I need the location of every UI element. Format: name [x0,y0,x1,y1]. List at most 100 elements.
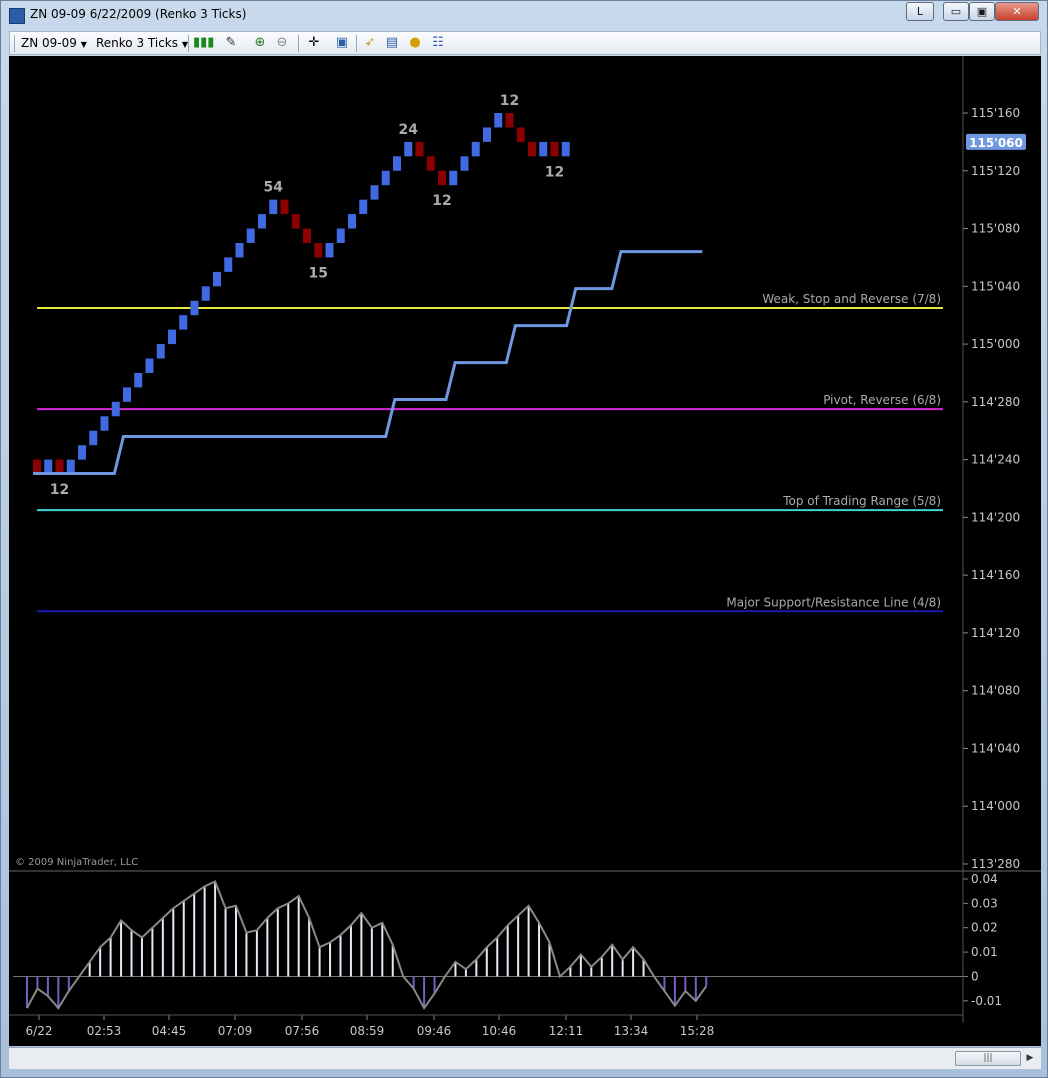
chart-panel[interactable]: 115'160 115'120 115'080 115'040 115'000 114'2… [9,56,1041,1046]
murrey-line-label: Weak, Stop and Reverse (7/8) [762,292,941,306]
renko-brick [291,214,300,229]
swing-count-label: 12 [432,193,451,209]
x-tick-label: 10:46 [482,1024,517,1038]
y-tick-label: 0.02 [971,921,998,935]
zoom-in-icon[interactable]: ⊕ [252,35,268,51]
renko-brick [55,459,64,475]
renko-brick [336,228,345,243]
y-tick-label: 114'120 [971,626,1020,640]
indicators-icon[interactable]: ▤ [384,35,400,51]
x-tick-label: 04:45 [152,1024,187,1038]
minimize-button[interactable]: ▭ [943,2,969,21]
y-tick-label: 0.03 [971,896,998,910]
renko-brick [483,127,491,142]
x-tick-label: 6/22 [26,1024,53,1038]
maximize-button[interactable]: ▣ [969,2,995,21]
link-button[interactable]: L [906,2,934,21]
chevron-down-icon: ▼ [80,40,87,49]
y-tick-label: 0 [971,969,979,983]
renko-brick [190,300,199,316]
swing-count-label: 12 [500,93,519,109]
data-box-icon[interactable]: ☷ [430,35,446,51]
renko-brick [348,214,356,229]
renko-brick [246,228,255,243]
histogram-outline [26,880,708,1011]
renko-brick [111,401,120,417]
renko-brick [539,141,548,157]
renko-brick [258,214,266,229]
renko-brick [201,286,210,301]
x-tick-label: 08:59 [350,1024,385,1038]
renko-brick [66,459,75,475]
crosshair-icon[interactable]: ✛ [306,35,322,51]
renko-brick [438,170,446,186]
renko-brick [269,199,278,215]
renko-brick [325,242,334,258]
renko-brick [393,156,401,171]
renko-brick [359,199,368,215]
renko-brick [179,315,188,330]
renko-brick [381,170,390,186]
zoom-out-icon[interactable]: ⊖ [274,35,290,51]
x-tick-label: 02:53 [87,1024,122,1038]
renko-brick [235,242,244,258]
x-tick-label: 12:11 [549,1024,584,1038]
renko-brick [168,329,176,345]
period-dropdown[interactable]: Renko 3 Ticks ▼ [96,36,188,50]
renko-brick [33,459,41,475]
renko-brick [134,372,143,388]
swing-count-label: 12 [545,164,564,180]
instrument-label: ZN 09-09 [21,36,77,50]
instrument-dropdown[interactable]: ZN 09-09 ▼ [21,36,87,50]
renko-brick [123,387,131,402]
x-tick-label: 07:56 [285,1024,320,1038]
title-bar[interactable]: ZN 09-09 6/22/2009 (Renko 3 Ticks) L ▭ ▣… [1,1,1047,29]
y-tick-label: 114'040 [971,741,1020,755]
y-tick-label: 115'120 [971,164,1020,178]
renko-brick [516,127,525,142]
open-icon[interactable]: ➶ [362,35,378,51]
period-label: Renko 3 Ticks [96,36,179,50]
renko-brick [44,459,53,475]
x-tick-label: 13:34 [614,1024,649,1038]
renko-brick [426,156,435,171]
renko-brick [89,430,98,446]
pencil-icon[interactable]: ✎ [223,35,239,51]
renko-brick [449,170,458,186]
scrollbar-thumb[interactable]: ||| [955,1051,1021,1066]
toolbar-separator [188,35,189,52]
scroll-right-icon[interactable]: ▶ [1023,1051,1037,1066]
toolbar-separator [298,35,299,52]
renko-brick [145,358,154,373]
murrey-line-label: Major Support/Resistance Line (4/8) [726,595,941,609]
x-tick-label: 07:09 [218,1024,253,1038]
last-price-label: 115'060 [969,136,1023,150]
strategy-icon[interactable]: ● [407,35,423,51]
renko-brick [550,141,559,157]
renko-brick [404,141,413,157]
toolbar-separator [356,35,357,52]
renko-brick [528,141,536,157]
candlestick-icon[interactable]: ▮▮▮ [193,35,214,51]
horizontal-scrollbar[interactable]: ||| ▶ [9,1047,1041,1069]
properties-icon[interactable]: ▣ [334,35,350,51]
swing-count-label: 12 [50,482,69,498]
copyright-text: © 2009 NinjaTrader, LLC [15,857,138,868]
murrey-line-label: Top of Trading Range (5/8) [782,494,941,508]
swing-count-label: 54 [264,180,284,196]
window-title: ZN 09-09 6/22/2009 (Renko 3 Ticks) [30,7,247,21]
murrey-line-label: Pivot, Reverse (6/8) [823,393,941,407]
renko-brick [415,141,424,157]
renko-brick [561,141,570,157]
y-tick-label: 115'080 [971,222,1020,236]
y-tick-label: 0.04 [971,872,998,886]
toolbar-grip [14,35,15,52]
y-tick-label: 114'240 [971,453,1020,467]
chart-window: ZN 09-09 6/22/2009 (Renko 3 Ticks) L ▭ ▣… [0,0,1048,1078]
swing-count-label: 15 [309,265,328,281]
y-tick-label: 115'040 [971,279,1020,293]
close-button[interactable]: ✕ [995,2,1039,21]
chart-canvas[interactable]: 115'160 115'120 115'080 115'040 115'000 114'2… [9,56,1041,1046]
y-tick-label: 115'160 [971,106,1020,120]
renko-brick [460,156,469,171]
